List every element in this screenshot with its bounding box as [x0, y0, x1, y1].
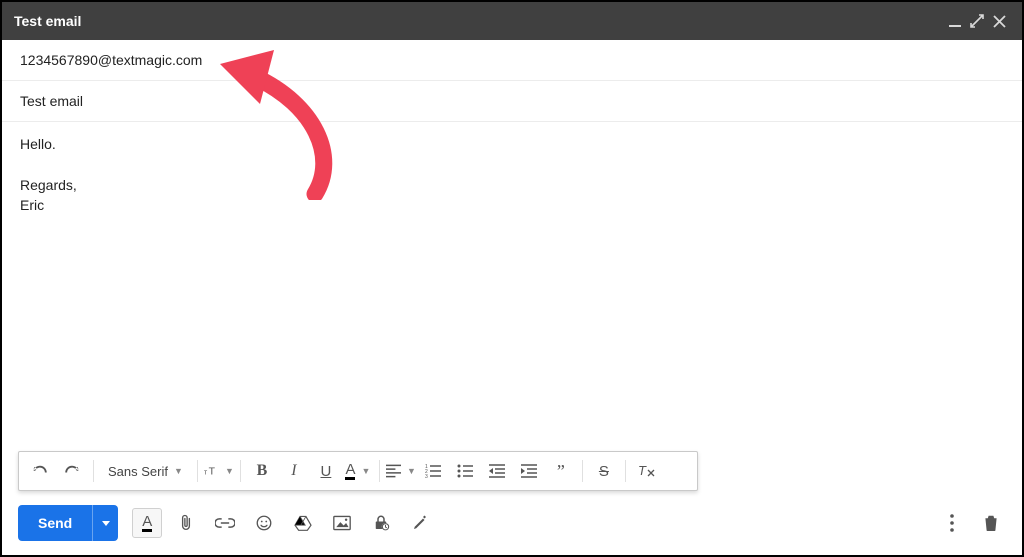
text-color-button[interactable]: A▼ — [343, 456, 373, 486]
body-line: Regards, — [20, 175, 1004, 195]
separator — [240, 460, 241, 482]
confidential-mode-button[interactable] — [366, 508, 396, 538]
font-family-label: Sans Serif — [108, 464, 168, 479]
redo-button[interactable] — [57, 456, 87, 486]
minimize-button[interactable] — [944, 14, 966, 28]
subject-text: Test email — [20, 93, 83, 109]
popout-button[interactable] — [966, 14, 988, 28]
formatting-toolbar: Sans Serif▼ тT▼ B I U A▼ ▼ 123 — [18, 451, 698, 491]
bulleted-list-button[interactable] — [450, 456, 480, 486]
compose-titlebar[interactable]: Test email — [2, 2, 1022, 40]
separator — [625, 460, 626, 482]
quote-button[interactable]: ” — [546, 456, 576, 486]
window-title: Test email — [14, 13, 944, 29]
remove-formatting-button[interactable]: T — [632, 456, 662, 486]
insert-photo-button[interactable] — [327, 508, 357, 538]
svg-text:1: 1 — [425, 464, 428, 470]
separator — [582, 460, 583, 482]
attach-file-button[interactable] — [171, 508, 201, 538]
undo-button[interactable] — [25, 456, 55, 486]
separator — [379, 460, 380, 482]
insert-emoji-button[interactable] — [249, 508, 279, 538]
svg-text:2: 2 — [425, 469, 428, 475]
message-body[interactable]: Hello. Regards, Eric — [2, 122, 1022, 452]
recipient-chip[interactable]: 1234567890@textmagic.com — [20, 52, 202, 68]
close-button[interactable] — [988, 15, 1010, 28]
svg-text:т: т — [204, 469, 208, 476]
body-line: Hello. — [20, 134, 1004, 154]
separator — [93, 460, 94, 482]
insert-signature-button[interactable] — [405, 508, 435, 538]
recipients-field[interactable]: 1234567890@textmagic.com — [2, 40, 1022, 81]
separator — [197, 460, 198, 482]
body-line: Eric — [20, 195, 1004, 215]
subject-field[interactable]: Test email — [2, 81, 1022, 122]
more-options-button[interactable] — [937, 508, 967, 538]
insert-drive-button[interactable] — [288, 508, 318, 538]
italic-button[interactable]: I — [279, 456, 309, 486]
indent-less-button[interactable] — [482, 456, 512, 486]
indent-more-button[interactable] — [514, 456, 544, 486]
strikethrough-button[interactable]: S — [589, 456, 619, 486]
svg-text:T: T — [209, 466, 216, 477]
svg-text:3: 3 — [425, 474, 428, 478]
send-button[interactable]: Send — [18, 505, 92, 541]
font-family-select[interactable]: Sans Serif▼ — [100, 456, 191, 486]
send-options-button[interactable] — [92, 505, 118, 541]
insert-link-button[interactable] — [210, 508, 240, 538]
compose-window: Test email 1234567890@textmagic.com Test… — [0, 0, 1024, 557]
action-bar: Send A — [18, 503, 1006, 543]
svg-text:T: T — [638, 463, 647, 478]
bold-button[interactable]: B — [247, 456, 277, 486]
numbered-list-button[interactable]: 123 — [418, 456, 448, 486]
font-size-button[interactable]: тT▼ — [204, 456, 234, 486]
align-button[interactable]: ▼ — [386, 456, 416, 486]
underline-button[interactable]: U — [311, 456, 341, 486]
formatting-toggle-button[interactable]: A — [132, 508, 162, 538]
discard-draft-button[interactable] — [976, 508, 1006, 538]
